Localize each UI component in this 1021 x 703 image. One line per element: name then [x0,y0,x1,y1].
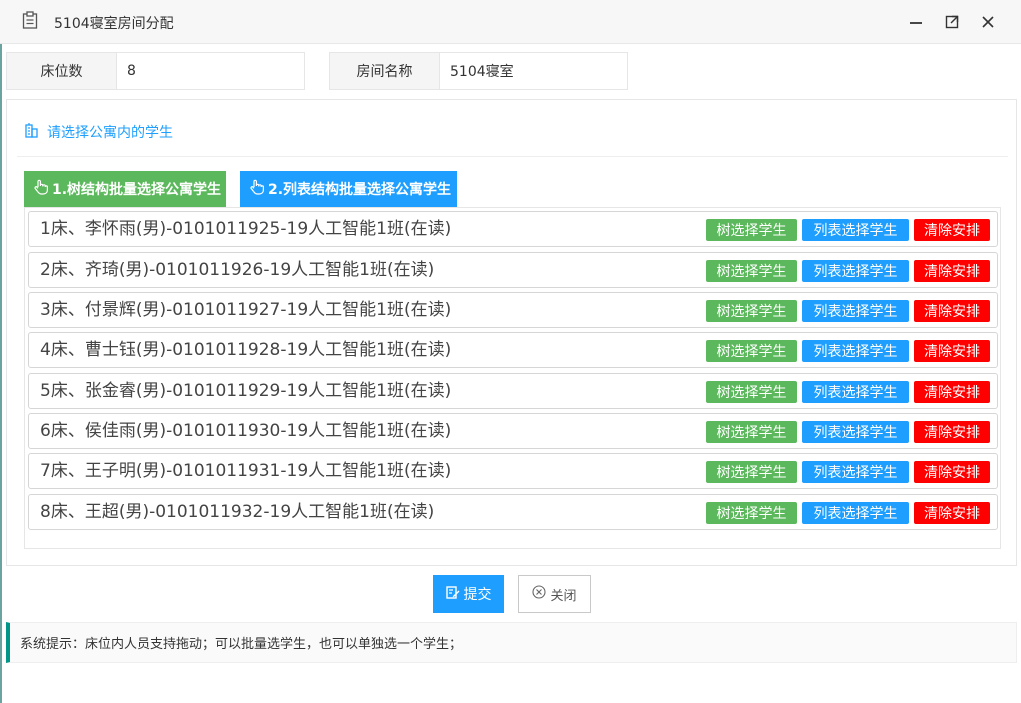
bed-row-text: 7床、王子明(男)-0101011931-19人工智能1班(在读) [40,461,452,481]
room-name-field: 房间名称 5104寝室 [329,52,628,90]
window-title: 5104寝室房间分配 [54,16,174,32]
bed-row-3[interactable]: 3床、付景辉(男)-0101011927-19人工智能1班(在读) 树选择学生 … [28,292,998,328]
bed-row-4[interactable]: 4床、曹士钰(男)-0101011928-19人工智能1班(在读) 树选择学生 … [28,332,998,368]
list-select-student-button[interactable]: 列表选择学生 [802,502,909,524]
bed-row-text: 3床、付景辉(男)-0101011927-19人工智能1班(在读) [40,300,452,320]
close-icon[interactable] [977,11,999,33]
bed-row-1[interactable]: 1床、李怀雨(男)-0101011925-19人工智能1班(在读) 树选择学生 … [28,211,998,247]
bed-row-8[interactable]: 8床、王超(男)-0101011932-19人工智能1班(在读) 树选择学生 列… [28,494,998,530]
edit-icon [445,585,464,603]
minimize-icon[interactable] [905,11,927,33]
list-select-student-button[interactable]: 列表选择学生 [802,260,909,282]
bed-row-text: 4床、曹士钰(男)-0101011928-19人工智能1班(在读) [40,340,452,360]
clear-assignment-button[interactable]: 清除安排 [914,381,990,403]
student-selection-panel: 请选择公寓内的学生 1.树结构批量选择公寓学生 2.列表结构批量选择公寓学生 1… [6,99,1017,566]
bed-row-2[interactable]: 2床、齐琦(男)-0101011926-19人工智能1班(在读) 树选择学生 列… [28,252,998,288]
tree-select-student-button[interactable]: 树选择学生 [706,461,797,483]
clear-assignment-button[interactable]: 清除安排 [914,421,990,443]
tree-select-student-button[interactable]: 树选择学生 [706,219,797,241]
maximize-icon[interactable] [941,11,963,33]
list-select-student-button[interactable]: 列表选择学生 [802,219,909,241]
hand-pointer-icon [34,179,52,199]
bed-row-6[interactable]: 6床、侯佳雨(男)-0101011930-19人工智能1班(在读) 树选择学生 … [28,413,998,449]
bed-row-text: 6床、侯佳雨(男)-0101011930-19人工智能1班(在读) [40,421,452,441]
panel-heading-text: 请选择公寓内的学生 [47,125,173,141]
beds-count-label: 床位数 [7,53,117,89]
tree-batch-select-button[interactable]: 1.树结构批量选择公寓学生 [24,171,226,207]
bed-row-text: 5床、张金睿(男)-0101011929-19人工智能1班(在读) [40,381,452,401]
tree-select-student-button[interactable]: 树选择学生 [706,421,797,443]
tree-select-student-button[interactable]: 树选择学生 [706,502,797,524]
tree-select-student-button[interactable]: 树选择学生 [706,340,797,362]
divider [17,156,1008,157]
list-select-student-button[interactable]: 列表选择学生 [802,381,909,403]
list-batch-select-button[interactable]: 2.列表结构批量选择公寓学生 [240,171,457,207]
room-name-label: 房间名称 [330,53,440,89]
clipboard-icon [22,11,38,29]
system-tip: 系统提示：床位内人员支持拖动；可以批量选学生，也可以单独选一个学生； [6,622,1017,663]
window-left-accent [0,0,2,703]
tree-select-student-button[interactable]: 树选择学生 [706,260,797,282]
tree-select-student-button[interactable]: 树选择学生 [706,300,797,322]
circle-x-icon [532,585,550,603]
bed-row-text: 1床、李怀雨(男)-0101011925-19人工智能1班(在读) [40,219,452,239]
hand-pointer-icon [250,179,268,199]
panel-heading: 请选择公寓内的学生 [25,122,173,142]
list-select-student-button[interactable]: 列表选择学生 [802,421,909,443]
list-select-student-button[interactable]: 列表选择学生 [802,300,909,322]
room-name-value: 5104寝室 [450,64,514,80]
clear-assignment-button[interactable]: 清除安排 [914,300,990,322]
clear-assignment-button[interactable]: 清除安排 [914,219,990,241]
clear-assignment-button[interactable]: 清除安排 [914,502,990,524]
clear-assignment-button[interactable]: 清除安排 [914,260,990,282]
beds-count-field: 床位数 8 [6,52,305,90]
bed-row-5[interactable]: 5床、张金睿(男)-0101011929-19人工智能1班(在读) 树选择学生 … [28,373,998,409]
clear-assignment-button[interactable]: 清除安排 [914,340,990,362]
tree-select-student-button[interactable]: 树选择学生 [706,381,797,403]
list-select-student-button[interactable]: 列表选择学生 [802,340,909,362]
window-titlebar: 5104寝室房间分配 [0,0,1021,44]
bed-row-text: 2床、齐琦(男)-0101011926-19人工智能1班(在读) [40,260,435,280]
bed-row-7[interactable]: 7床、王子明(男)-0101011931-19人工智能1班(在读) 树选择学生 … [28,453,998,489]
bed-row-text: 8床、王超(男)-0101011932-19人工智能1班(在读) [40,502,435,522]
list-select-student-button[interactable]: 列表选择学生 [802,461,909,483]
bed-list: 1床、李怀雨(男)-0101011925-19人工智能1班(在读) 树选择学生 … [24,207,1001,549]
beds-count-value: 8 [127,63,136,79]
clear-assignment-button[interactable]: 清除安排 [914,461,990,483]
submit-button[interactable]: 提交 [433,575,504,613]
building-icon [25,122,47,142]
close-button[interactable]: 关闭 [518,575,591,613]
